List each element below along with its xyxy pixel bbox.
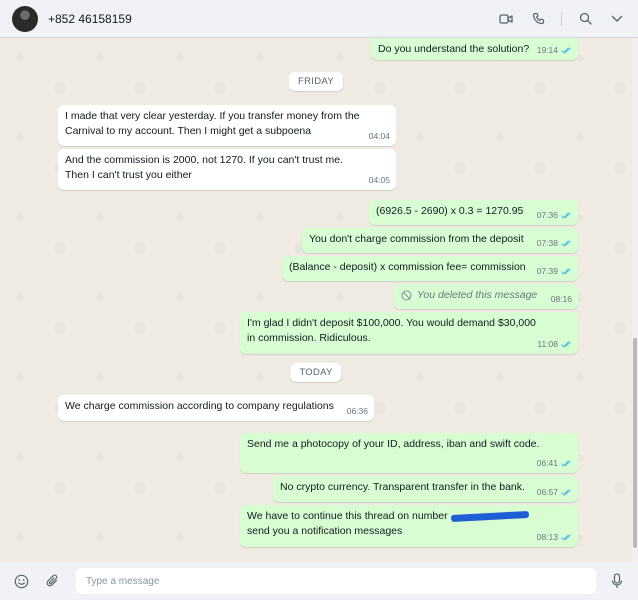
- message-time: 07:39: [536, 266, 558, 276]
- message-bubble-outgoing[interactable]: I'm glad I didn't deposit $100,000. You …: [240, 312, 578, 354]
- message-text-part: We have to continue this thread on numbe…: [247, 510, 448, 522]
- deleted-message-text: You deleted this message: [417, 289, 538, 301]
- read-receipt-icon: [561, 47, 572, 54]
- message-time: 08:16: [550, 294, 572, 304]
- message-time: 08:13: [536, 532, 558, 542]
- message-meta: 04:04: [369, 129, 390, 144]
- message-meta: 07:39: [537, 264, 572, 279]
- message-text: No crypto currency. Transparent transfer…: [280, 481, 525, 493]
- message-text: I made that very clear yesterday. If you…: [65, 110, 360, 137]
- mic-icon[interactable]: [608, 572, 626, 590]
- read-receipt-icon: [561, 240, 572, 247]
- date-separator: FRIDAY: [289, 72, 343, 91]
- message-text: You don't charge commission from the dep…: [309, 233, 524, 245]
- video-icon[interactable]: [497, 10, 515, 28]
- message-bubble-outgoing[interactable]: Send me a photocopy of your ID, address,…: [240, 433, 578, 473]
- chat-scrollbar[interactable]: [632, 38, 638, 562]
- phone-icon[interactable]: [529, 10, 547, 28]
- message-time: 06:57: [536, 487, 558, 497]
- search-icon[interactable]: [576, 10, 594, 28]
- message-time: 04:04: [368, 131, 390, 141]
- message-time: 07:36: [536, 210, 558, 220]
- message-text: Send me a photocopy of your ID, address,…: [247, 438, 540, 450]
- message-text-part: send you a notification messages: [247, 525, 403, 537]
- message-time: 04:05: [368, 175, 390, 185]
- contact-name[interactable]: +852 46158159: [48, 12, 132, 26]
- message-bubble-outgoing[interactable]: (6926.5 - 2690) x 0.3 = 1270.95 07:36: [369, 200, 578, 225]
- message-text: (Balance - deposit) x commission fee= co…: [289, 261, 526, 273]
- message-text: We charge commission according to compan…: [65, 400, 334, 412]
- chevron-down-icon[interactable]: [608, 10, 626, 28]
- read-receipt-icon: [561, 489, 572, 496]
- message-list[interactable]: Do you understand the solution? 19:14 FR…: [0, 38, 632, 562]
- message-bubble-outgoing[interactable]: We have to continue this thread on numbe…: [240, 505, 578, 547]
- message-bubble-outgoing[interactable]: No crypto currency. Transparent transfer…: [273, 476, 578, 502]
- emoji-icon[interactable]: [12, 572, 30, 590]
- message-meta: 08:16: [551, 292, 572, 307]
- prohibited-icon: [401, 290, 412, 301]
- message-meta: 11:08: [537, 337, 572, 352]
- contact-avatar[interactable]: [12, 5, 38, 32]
- read-receipt-icon: [561, 460, 572, 467]
- message-time: 11:08: [537, 339, 558, 349]
- message-meta: 06:41: [537, 456, 572, 471]
- attach-icon[interactable]: [44, 572, 62, 590]
- message-bubble-outgoing[interactable]: You don't charge commission from the dep…: [302, 228, 578, 253]
- message-input[interactable]: [76, 568, 596, 594]
- scrollbar-thumb[interactable]: [633, 338, 637, 548]
- read-receipt-icon: [561, 534, 572, 541]
- message-bubble-incoming[interactable]: And the commission is 2000, not 1270. If…: [58, 149, 396, 190]
- header-actions: [483, 10, 626, 28]
- message-text: And the commission is 2000, not 1270. If…: [65, 154, 344, 181]
- message-meta: 07:36: [537, 208, 572, 223]
- read-receipt-icon: [561, 341, 572, 348]
- message-bubble-outgoing[interactable]: Do you understand the solution? 19:14: [371, 38, 578, 60]
- message-bubble-incoming[interactable]: I made that very clear yesterday. If you…: [58, 105, 396, 146]
- date-separator: TODAY: [290, 363, 342, 382]
- message-time: 19:14: [536, 45, 558, 55]
- message-time: 06:41: [536, 458, 558, 468]
- message-time: 07:38: [536, 238, 558, 248]
- message-meta: 04:05: [369, 173, 390, 188]
- redaction-mark: [450, 510, 529, 522]
- message-meta: 06:36: [347, 404, 368, 419]
- message-text: We have to continue this thread on numbe…: [247, 509, 571, 539]
- message-meta: 07:38: [537, 236, 572, 251]
- message-bubble-outgoing[interactable]: (Balance - deposit) x commission fee= co…: [282, 256, 578, 281]
- message-text: I'm glad I didn't deposit $100,000. You …: [247, 317, 536, 344]
- deleted-message: You deleted this message: [401, 288, 571, 303]
- header-divider: [561, 11, 562, 26]
- message-meta: 06:57: [537, 485, 572, 500]
- message-bubble-deleted[interactable]: You deleted this message 08:16: [394, 284, 578, 309]
- read-receipt-icon: [561, 268, 572, 275]
- message-time: 06:36: [346, 406, 368, 416]
- message-meta: 19:14: [537, 43, 572, 58]
- chat-header: +852 46158159: [0, 0, 638, 38]
- read-receipt-icon: [561, 212, 572, 219]
- message-meta: 08:13: [537, 530, 572, 545]
- message-bubble-incoming[interactable]: We charge commission according to compan…: [58, 395, 374, 421]
- message-composer: [0, 562, 638, 600]
